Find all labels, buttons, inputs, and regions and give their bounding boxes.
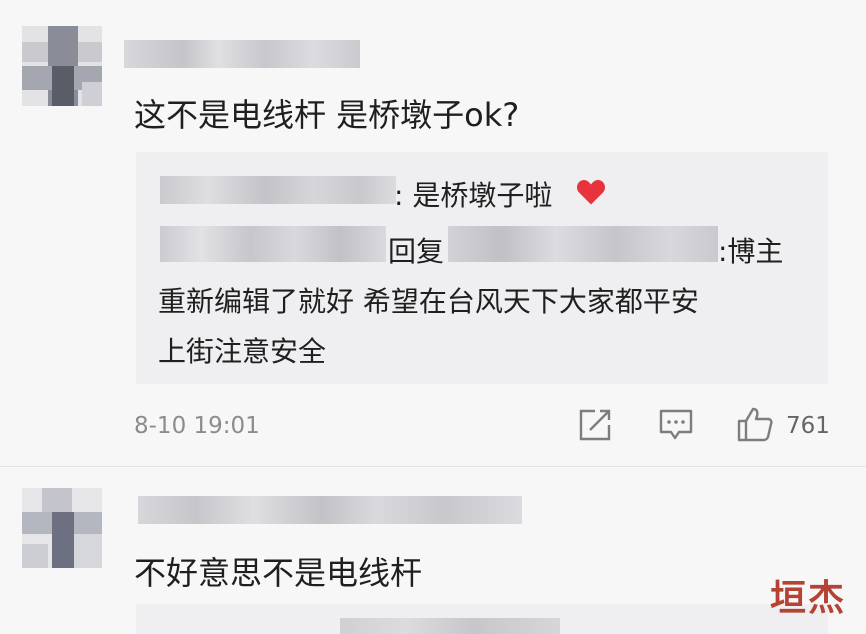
username-blurred[interactable] (138, 496, 522, 524)
avatar[interactable] (22, 26, 102, 106)
reply-text: :博主 (718, 235, 784, 268)
heart-icon (577, 180, 605, 205)
divider (0, 466, 866, 467)
like-count: 761 (786, 413, 830, 439)
watermark: 垣杰 (770, 578, 847, 619)
comment-text: 这不是电线杆 是桥墩子ok? (134, 96, 520, 134)
comment-icon[interactable] (658, 408, 694, 442)
username-blurred[interactable] (124, 40, 360, 68)
avatar[interactable] (22, 488, 102, 568)
reply-text-line3: 上街注意安全 (158, 335, 327, 368)
reply-username-blurred[interactable] (160, 226, 386, 262)
comment-text: 不好意思不是电线杆 (134, 554, 423, 592)
comment-timestamp: 8-10 19:01 (134, 413, 260, 439)
reply-target-blurred[interactable] (448, 226, 718, 262)
reply-username-blurred[interactable] (160, 176, 396, 204)
reply-text-line2: 重新编辑了就好 希望在台风天下大家都平安 (158, 285, 699, 318)
reply-text: : 是桥墩子啦 (394, 179, 553, 212)
share-icon[interactable] (578, 408, 612, 442)
reply-username-blurred[interactable] (340, 618, 560, 634)
reply-word: 回复 (388, 235, 445, 268)
like-icon[interactable] (736, 406, 774, 442)
